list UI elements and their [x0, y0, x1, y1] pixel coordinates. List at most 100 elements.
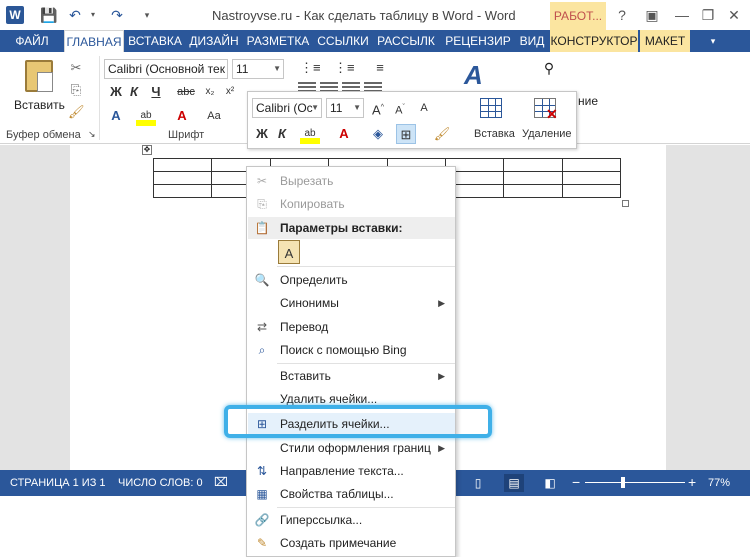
- tab-table-layout[interactable]: МАКЕТ: [640, 30, 690, 52]
- grow-font-icon[interactable]: A^: [368, 98, 388, 118]
- styles-mini-icon[interactable]: A: [414, 98, 434, 118]
- customize-qat-icon[interactable]: ▾: [138, 6, 156, 24]
- find-icon[interactable]: ⚲: [538, 60, 560, 78]
- font-name-value: Calibri (Основной тек: [108, 62, 225, 76]
- redo-icon[interactable]: ↷: [108, 6, 126, 24]
- tab-file[interactable]: ФАЙЛ: [4, 30, 60, 52]
- numbering-icon[interactable]: ⋮≡: [334, 58, 355, 78]
- mini-toolbar: Calibri (Ос ▼ 11 ▼ A^ Aˇ A Ж К ab A ◈ ⊞ …: [247, 91, 577, 149]
- keep-text-only-paste-icon[interactable]: A: [278, 240, 300, 264]
- table-move-handle[interactable]: ✥: [142, 145, 152, 155]
- paste-button[interactable]: Вставить: [14, 60, 65, 120]
- insert-table-icon[interactable]: [480, 98, 502, 118]
- italic-button[interactable]: К: [124, 82, 144, 102]
- format-painter-icon[interactable]: 🖌: [68, 104, 85, 120]
- ribbon-display-button[interactable]: ▣: [638, 4, 666, 26]
- tab-view[interactable]: ВИД: [516, 30, 548, 52]
- font-size-combo[interactable]: 11 ▼: [232, 59, 284, 79]
- mini-format-painter-icon[interactable]: 🖌: [432, 124, 452, 144]
- mini-bold-button[interactable]: Ж: [252, 124, 272, 144]
- close-button[interactable]: ✕: [720, 4, 748, 26]
- tab-home[interactable]: ГЛАВНАЯ: [64, 30, 124, 52]
- menu-item-translate[interactable]: ⇄ Перевод: [248, 316, 455, 338]
- help-button[interactable]: ?: [608, 4, 636, 26]
- multilevel-list-icon[interactable]: ≡: [370, 58, 390, 78]
- shading-icon[interactable]: ◈: [368, 124, 388, 144]
- menu-separator: [277, 266, 455, 267]
- highlight-color-icon[interactable]: ab: [136, 106, 156, 126]
- tab-layout[interactable]: РАЗМЕТКА: [244, 30, 312, 52]
- proofing-icon[interactable]: ⌧: [214, 475, 228, 489]
- cut-icon[interactable]: ✂: [68, 60, 84, 76]
- zoom-slider-thumb[interactable]: [621, 477, 625, 488]
- bullets-icon[interactable]: ⋮≡: [300, 58, 321, 78]
- save-icon[interactable]: 💾: [40, 6, 58, 24]
- tab-insert[interactable]: ВСТАВКА: [126, 30, 184, 52]
- shrink-font-icon[interactable]: Aˇ: [390, 98, 410, 118]
- menu-item-synonyms[interactable]: Синонимы ▶: [248, 292, 455, 314]
- menu-item-border-styles[interactable]: Стили оформления границ ▶: [248, 437, 455, 459]
- paste-options-header: 📋 Параметры вставки:: [248, 217, 455, 239]
- copy-icon[interactable]: ⎘: [68, 82, 84, 98]
- superscript-button[interactable]: x²: [220, 82, 240, 102]
- chevron-down-icon[interactable]: ▾: [706, 30, 720, 52]
- mini-font-name-combo[interactable]: Calibri (Ос ▼: [252, 98, 322, 118]
- undo-dropdown-icon[interactable]: ▾: [84, 6, 102, 24]
- search-icon: ⌕: [258, 343, 266, 357]
- mini-italic-button[interactable]: К: [272, 124, 292, 144]
- strikethrough-button[interactable]: abc: [176, 82, 196, 102]
- table-resize-handle[interactable]: [622, 200, 629, 207]
- menu-item-insert[interactable]: Вставить ▶: [248, 365, 455, 387]
- subscript-button[interactable]: x₂: [200, 82, 220, 102]
- table-tools-header: РАБОТ...: [550, 2, 606, 30]
- minimize-button[interactable]: —: [668, 4, 696, 26]
- mini-font-size-combo[interactable]: 11 ▼: [326, 98, 364, 118]
- menu-item-label: Свойства таблицы...: [280, 487, 394, 501]
- menu-item-cut[interactable]: ✂ Вырезать: [248, 170, 455, 192]
- undo-icon[interactable]: ↶: [66, 6, 84, 24]
- tab-review[interactable]: РЕЦЕНЗИР: [442, 30, 514, 52]
- chevron-down-icon: ▼: [353, 103, 361, 112]
- menu-item-table-properties[interactable]: ▦ Свойства таблицы...: [248, 483, 455, 505]
- mini-font-name-value: Calibri (Ос: [256, 101, 313, 115]
- menu-separator: [277, 507, 455, 508]
- menu-item-label: Параметры вставки:: [280, 221, 403, 235]
- menu-item-hyperlink[interactable]: 🔗 Гиперссылка...: [248, 509, 455, 531]
- tab-mailings[interactable]: РАССЫЛК: [374, 30, 438, 52]
- borders-icon[interactable]: ⊞: [396, 124, 416, 144]
- menu-item-new-comment[interactable]: ✎ Создать примечание: [248, 532, 455, 554]
- page-count[interactable]: СТРАНИЦА 1 ИЗ 1: [10, 477, 106, 489]
- zoom-out-button[interactable]: −: [572, 474, 580, 490]
- tab-references[interactable]: ССЫЛКИ: [314, 30, 372, 52]
- font-name-combo[interactable]: Calibri (Основной тек: [104, 59, 228, 79]
- zoom-level[interactable]: 77%: [708, 477, 730, 489]
- mini-font-color-icon[interactable]: A: [334, 124, 354, 144]
- underline-button[interactable]: Ч: [146, 82, 166, 102]
- menu-item-copy[interactable]: ⎘ Копировать: [248, 193, 455, 215]
- zoom-slider[interactable]: [585, 482, 685, 483]
- word-count[interactable]: ЧИСЛО СЛОВ: 0: [118, 477, 203, 489]
- font-size-value: 11: [236, 62, 249, 76]
- clipboard-launcher-icon[interactable]: ↘: [88, 129, 96, 140]
- read-mode-icon[interactable]: ▯: [468, 474, 488, 492]
- copy-icon: ⎘: [257, 197, 267, 211]
- editing-label: ние: [578, 94, 599, 108]
- text-effects-icon[interactable]: A: [106, 106, 126, 126]
- bold-button[interactable]: Ж: [106, 82, 126, 102]
- chevron-right-icon: ▶: [438, 443, 445, 453]
- define-icon: 🔍: [254, 273, 270, 287]
- font-color-icon[interactable]: A: [172, 106, 192, 126]
- tab-design[interactable]: ДИЗАЙН: [186, 30, 242, 52]
- tab-table-design[interactable]: КОНСТРУКТОР: [550, 30, 638, 52]
- menu-item-label: Гиперссылка...: [280, 513, 363, 527]
- print-layout-icon[interactable]: ▤: [504, 474, 524, 492]
- styles-icon[interactable]: A: [464, 60, 490, 90]
- menu-item-text-direction[interactable]: ⇅ Направление текста...: [248, 460, 455, 482]
- menu-item-bing-search[interactable]: ⌕ Поиск с помощью Bing: [248, 339, 455, 361]
- restore-button[interactable]: ❐: [694, 4, 722, 26]
- font-size-aa-icon[interactable]: Aa: [204, 106, 224, 126]
- zoom-in-button[interactable]: +: [688, 474, 696, 490]
- web-layout-icon[interactable]: ◧: [540, 474, 560, 492]
- mini-highlight-icon[interactable]: ab: [300, 124, 320, 144]
- menu-item-define[interactable]: 🔍 Определить: [248, 269, 455, 291]
